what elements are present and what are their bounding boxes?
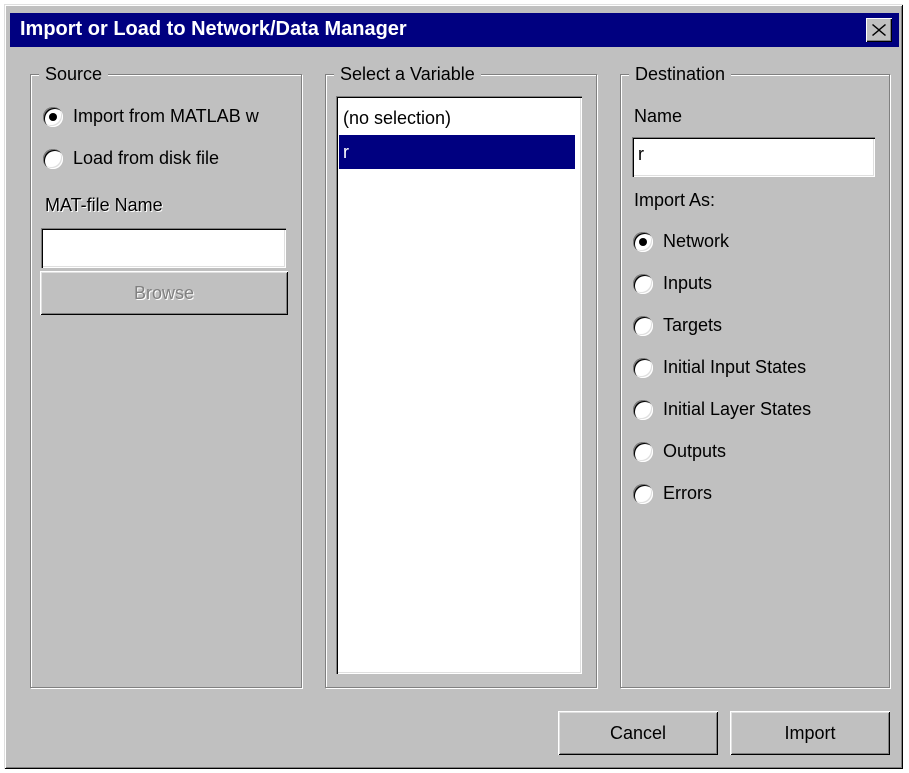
variable-legend: Select a Variable	[334, 63, 481, 85]
import-as-targets-radio[interactable]: Targets	[633, 315, 722, 336]
title-bar[interactable]: Import or Load to Network/Data Manager	[10, 13, 899, 47]
import-as-initial-input-states-radio[interactable]: Initial Input States	[633, 357, 806, 378]
variable-listbox[interactable]: (no selection) r	[336, 96, 582, 674]
import-from-matlab-radio[interactable]: Import from MATLAB w	[43, 106, 288, 127]
close-button[interactable]	[866, 18, 892, 42]
mat-file-input[interactable]	[41, 228, 286, 268]
radio-unchecked-icon	[633, 315, 653, 336]
list-item-no-selection[interactable]: (no selection)	[339, 101, 575, 135]
import-as-outputs-radio[interactable]: Outputs	[633, 441, 726, 462]
name-label: Name	[634, 106, 683, 126]
source-legend: Source	[39, 63, 109, 85]
radio-unchecked-icon	[633, 483, 653, 504]
radio-unchecked-icon	[633, 399, 653, 420]
radio-label: Targets	[663, 315, 723, 335]
destination-legend: Destination	[629, 63, 732, 85]
list-item-r[interactable]: r	[339, 135, 575, 169]
import-as-inputs-radio[interactable]: Inputs	[633, 273, 712, 294]
radio-unchecked-icon	[633, 357, 653, 378]
radio-checked-icon	[633, 231, 653, 252]
radio-checked-icon	[43, 106, 63, 127]
import-as-label: Import As:	[634, 190, 716, 210]
radio-label: Load from disk file	[73, 148, 220, 168]
import-as-initial-layer-states-radio[interactable]: Initial Layer States	[633, 399, 811, 420]
radio-unchecked-icon	[633, 273, 653, 294]
name-input[interactable]: r	[632, 137, 875, 177]
radio-unchecked-icon	[633, 441, 653, 462]
radio-label: Inputs	[663, 273, 713, 293]
browse-button[interactable]: Browse	[40, 271, 288, 315]
radio-label: Initial Input States	[663, 357, 807, 377]
radio-label: Outputs	[663, 441, 727, 461]
radio-unchecked-icon	[43, 148, 63, 169]
cancel-button[interactable]: Cancel	[558, 711, 718, 755]
radio-label: Errors	[663, 483, 712, 503]
import-button[interactable]: Import	[730, 711, 890, 755]
window-title: Import or Load to Network/Data Manager	[20, 18, 407, 40]
radio-label: Network	[663, 231, 730, 251]
load-from-disk-radio[interactable]: Load from disk file	[43, 148, 219, 169]
radio-label: Import from MATLAB w	[73, 106, 259, 126]
import-as-errors-radio[interactable]: Errors	[633, 483, 712, 504]
import-as-network-radio[interactable]: Network	[633, 231, 729, 252]
close-icon	[872, 24, 886, 36]
radio-label: Initial Layer States	[663, 399, 812, 419]
mat-file-label: MAT-file Name	[45, 195, 163, 215]
